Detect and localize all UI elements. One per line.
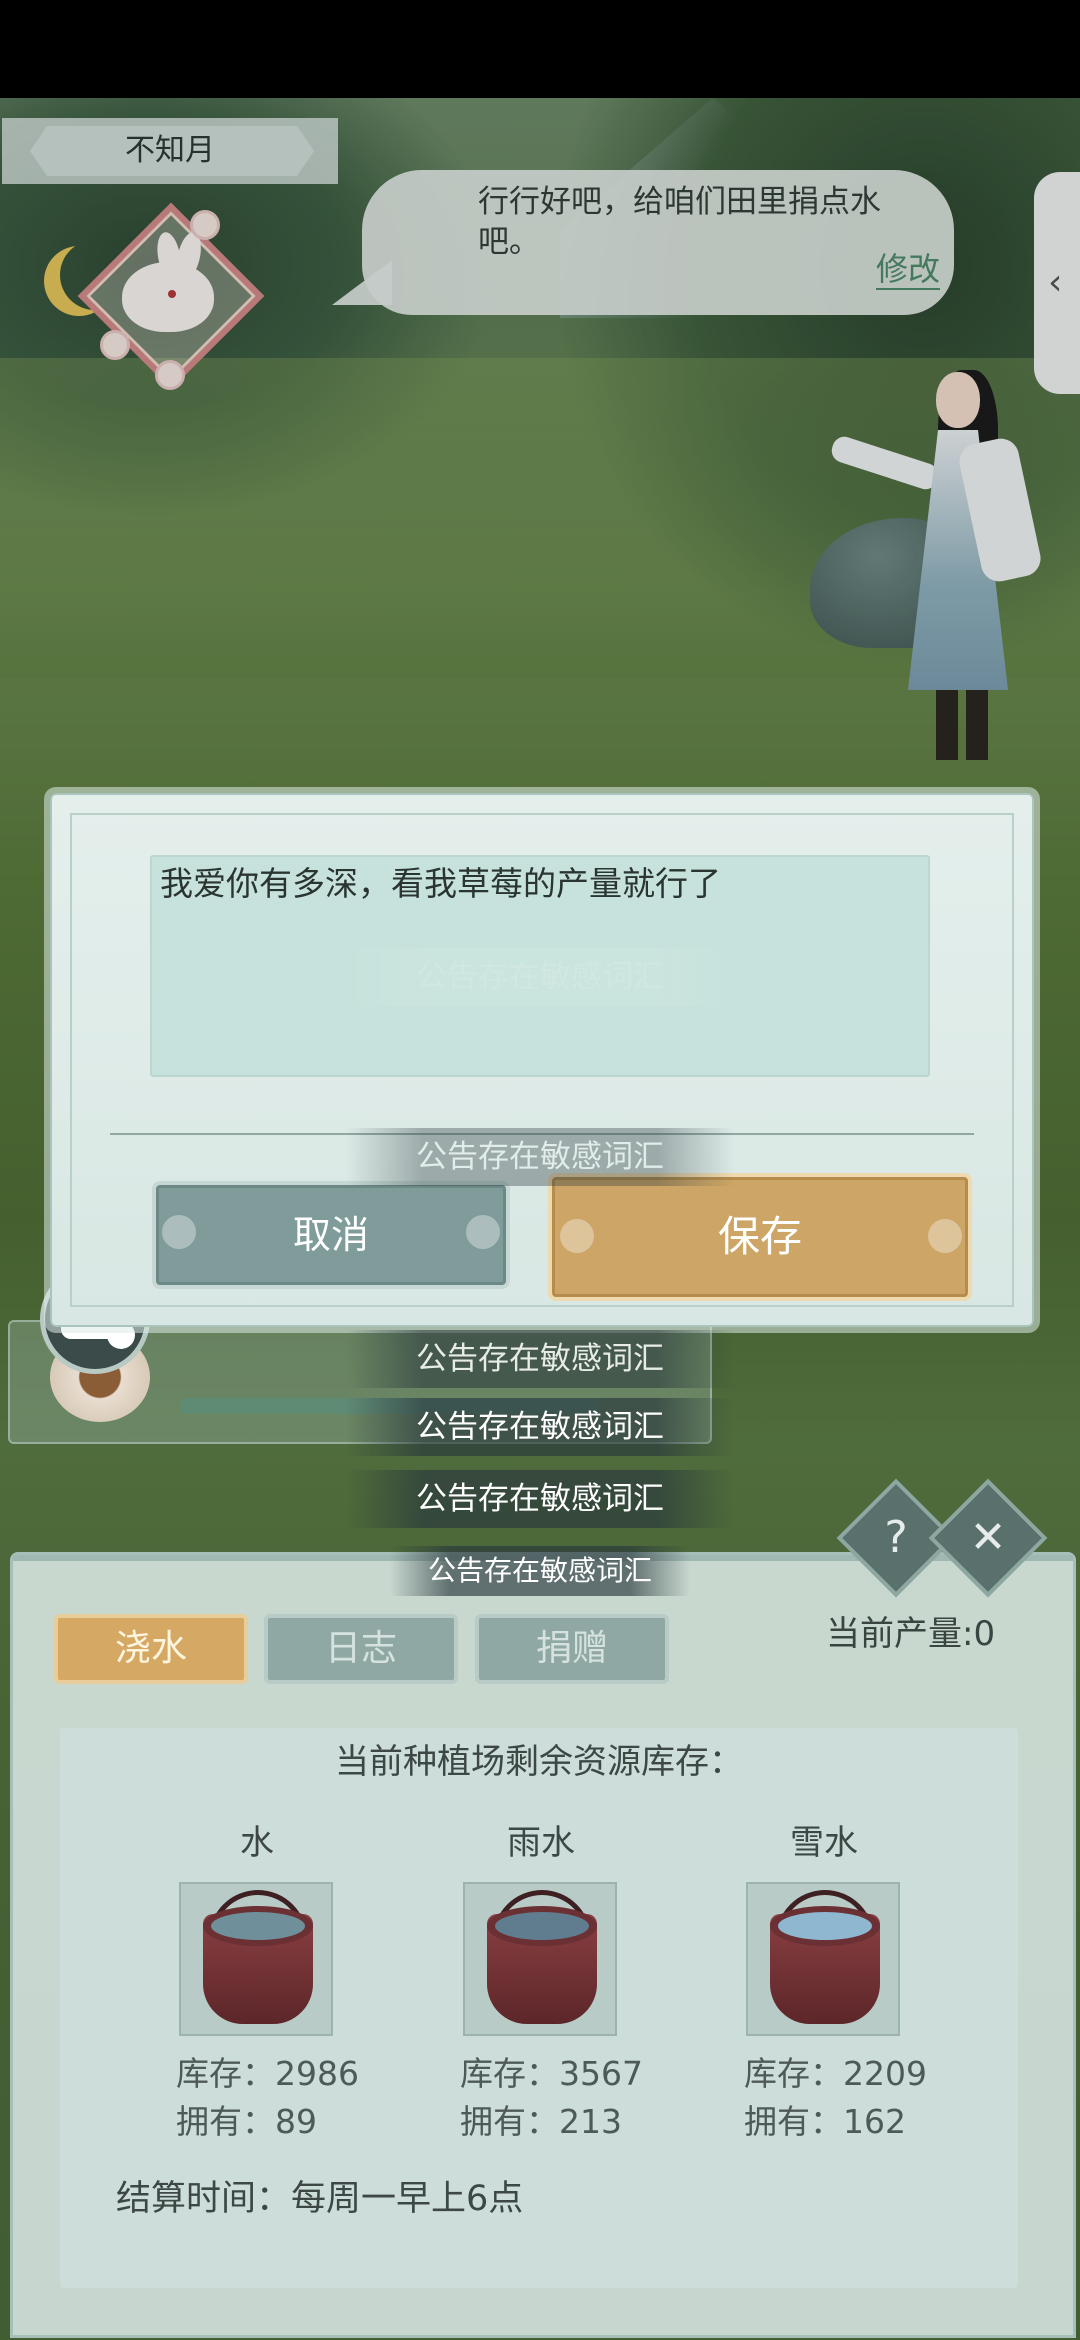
cancel-button[interactable]: 取消 [152,1181,510,1289]
save-button[interactable]: 保存 [548,1173,972,1301]
save-label: 保存 [717,1212,802,1261]
toast-message: 公告存在敏感词汇 [346,1330,734,1388]
toast-message: 公告存在敏感词汇 [346,948,734,1006]
water-stock: 库存：2986 [176,2054,359,2093]
rainwater-owned: 拥有：213 [460,2102,622,2141]
status-bar [0,0,1080,98]
water-surface [495,1912,589,1940]
toast-message: 公告存在敏感词汇 [390,1546,690,1596]
flower-icon [466,1215,500,1249]
tab-donate[interactable]: 捐赠 [475,1614,669,1684]
toast-message: 公告存在敏感词汇 [346,1470,734,1528]
tab-log[interactable]: 日志 [264,1614,458,1684]
tab-watering[interactable]: 浇水 [54,1614,248,1684]
resource-name-snowwater: 雪水 [790,1823,858,1863]
inventory-title: 当前种植场剩余资源库存： [335,1742,743,1782]
water-surface [211,1912,305,1940]
announcement-edit-dialog: 我爱你有多深，看我草莓的产量就行了 取消 保存 [50,793,1034,1327]
flower-icon [162,1215,196,1249]
current-production: 当前产量:0 [826,1614,996,1654]
flower-icon [928,1219,962,1253]
snowwater-owned: 拥有：162 [744,2102,906,2141]
water-surface [778,1912,872,1940]
toast-message: 公告存在敏感词汇 [346,1398,734,1456]
cancel-label: 取消 [292,1213,369,1257]
flower-icon [560,1219,594,1253]
snowwater-bucket-slot[interactable] [746,1882,900,2036]
rainwater-stock: 库存：3567 [460,2054,643,2093]
resource-name-water: 水 [240,1823,274,1863]
water-owned: 拥有：89 [176,2102,317,2141]
resource-name-rainwater: 雨水 [507,1823,575,1863]
snowwater-stock: 库存：2209 [744,2054,927,2093]
rainwater-bucket-slot[interactable] [463,1882,617,2036]
toast-message: 公告存在敏感词汇 [346,1128,734,1186]
close-icon: ✕ [969,1512,1007,1563]
water-bucket-slot[interactable] [179,1882,333,2036]
settlement-time: 结算时间：每周一早上6点 [116,2179,524,2219]
question-icon: ? [884,1512,908,1563]
